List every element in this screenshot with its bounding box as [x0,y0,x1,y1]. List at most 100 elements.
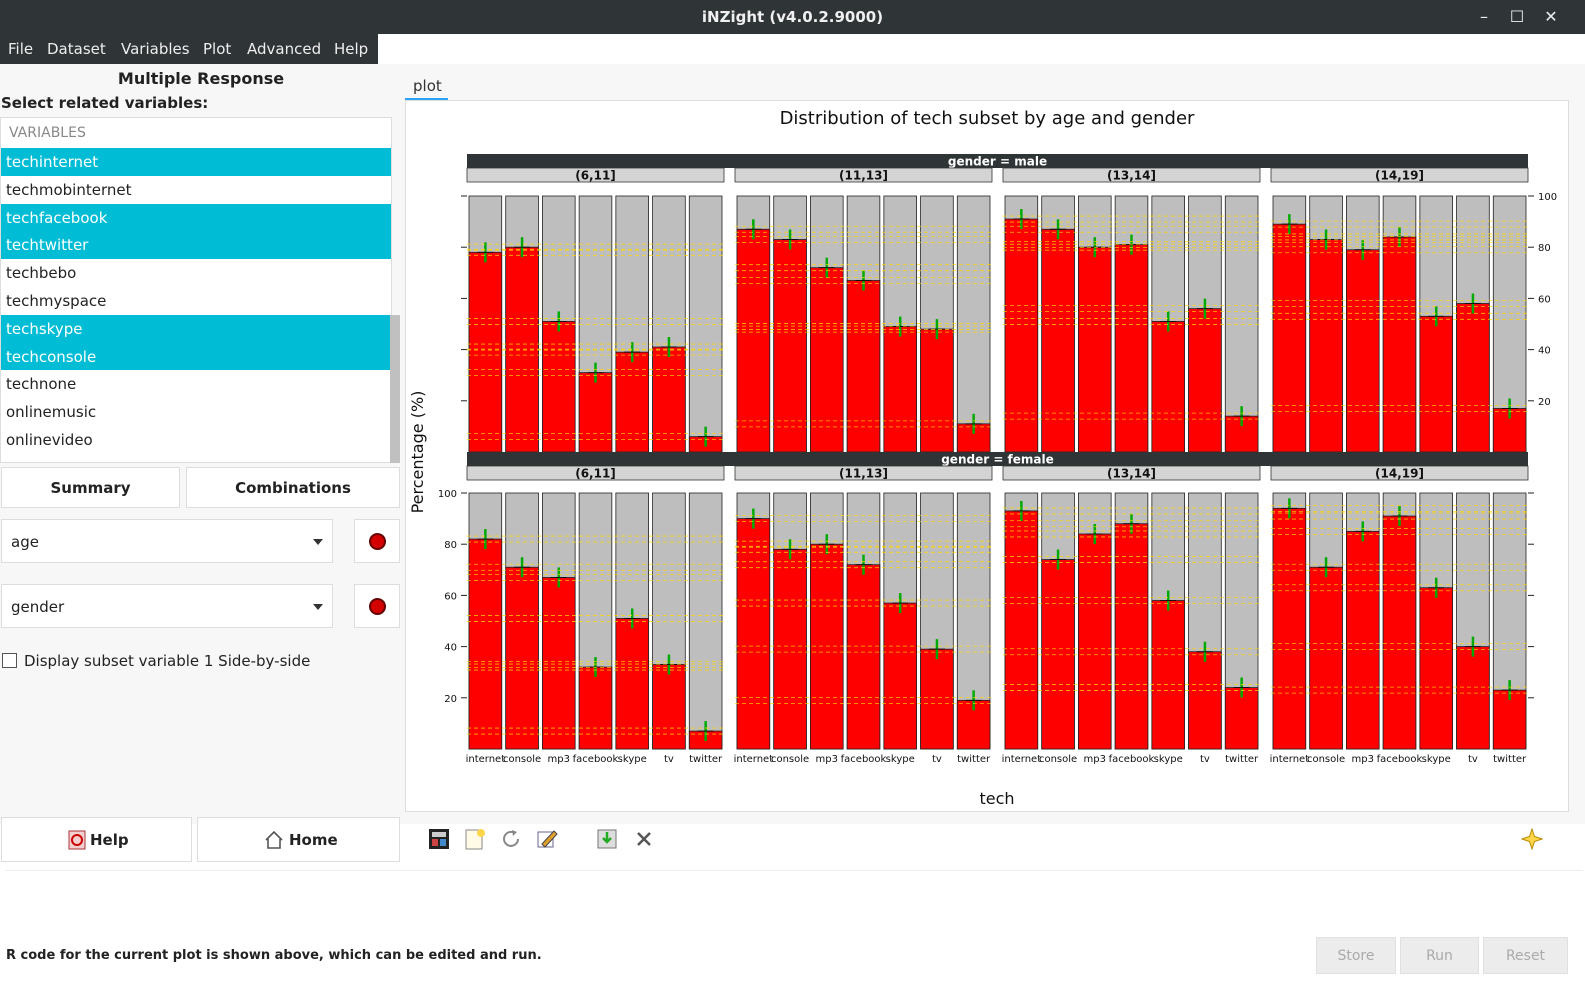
reset-button[interactable]: Reset [1483,937,1568,974]
help-button[interactable]: Help [1,817,192,862]
bar-background [688,195,723,453]
x-tick-label: console [771,754,809,765]
new-window-icon[interactable] [428,828,450,850]
x-tick-label: mp3 [1084,754,1106,765]
bar [1151,321,1185,453]
menu-variables[interactable]: Variables [121,40,190,58]
x-tick-label: facebook [1377,754,1423,765]
favourite-icon[interactable] [1521,828,1543,850]
bar [578,372,613,453]
bar [1419,315,1453,453]
bar [1004,218,1039,453]
variable-list[interactable]: VARIABLES techinternet techmobinternet tec… [0,117,392,463]
close-button[interactable]: ✕ [1540,6,1562,28]
menu-dataset[interactable]: Dataset [47,40,106,58]
y-tick-label: 100 [1538,192,1557,203]
home-button[interactable]: Home [197,817,400,862]
x-tick-label: tv [932,754,942,765]
variable-item[interactable]: techconsole [1,342,391,371]
combinations-button[interactable]: Combinations [186,467,400,508]
bar [1004,510,1039,750]
x-tick-label: internet [1002,754,1042,765]
variable-item[interactable]: onlinemusic [1,398,391,426]
new-plot-icon[interactable] [464,828,486,850]
x-axis-label: tech [979,789,1014,808]
export-icon[interactable] [596,828,618,850]
variable-item[interactable]: techinternet [1,148,391,176]
bar [920,328,954,453]
bar [810,543,844,750]
edit-icon[interactable] [536,828,558,850]
variable-list-scrollbar[interactable] [390,315,400,463]
bar [1346,249,1380,453]
bar [810,267,844,453]
y-tick-label: 80 [444,540,457,551]
variable-item[interactable]: techskype [1,314,391,343]
chevron-down-icon [313,539,323,545]
facet-label: (6,11] [575,467,616,481]
bar [615,351,649,453]
bar [773,239,807,453]
tab-plot[interactable]: plot [413,77,442,95]
bar [1309,566,1343,750]
run-button[interactable]: Run [1400,937,1479,974]
x-tick-label: skype [1422,754,1451,765]
panel-strip-label: gender = male [948,155,1047,169]
variable-item[interactable]: techtwitter [1,231,391,260]
x-tick-label: internet [1270,754,1310,765]
variable-item[interactable]: techmobinternet [1,176,391,204]
maximize-button[interactable]: ☐ [1506,6,1528,28]
variable-item[interactable]: techmyspace [1,287,391,315]
x-tick-label: mp3 [548,754,570,765]
x-tick-label: internet [734,754,774,765]
r-code-editor[interactable] [5,870,1583,930]
menu-file[interactable]: File [8,40,33,58]
stop-icon [369,598,386,615]
home-button-label: Home [289,831,338,849]
bar [542,321,576,453]
panel-strip-label: gender = female [941,453,1054,467]
x-tick-label: mp3 [816,754,838,765]
summary-button[interactable]: Summary [1,467,180,508]
variable-item[interactable]: onlinevideo [1,426,391,454]
bar [1188,308,1222,453]
window-title: iNZight (v4.0.2.9000) [701,8,884,26]
x-tick-label: internet [466,754,506,765]
chevron-down-icon [313,604,323,610]
bar [736,518,771,750]
multiple-response-panel: Multiple Response Select related variabl… [0,64,405,824]
variable-item[interactable]: techfacebook [1,203,391,232]
x-tick-label: console [503,754,541,765]
x-tick-label: tv [1200,754,1210,765]
bar [542,577,576,750]
menu-plot[interactable]: Plot [203,40,231,58]
menu-help[interactable]: Help [334,40,368,58]
bar [1382,236,1417,453]
facet-label: (14,19] [1375,467,1424,481]
bar [652,346,686,453]
side-by-side-checkbox[interactable] [2,653,17,668]
facet-label: (11,13] [839,467,888,481]
minimize-button[interactable]: – [1473,6,1495,28]
store-button[interactable]: Store [1316,937,1396,974]
help-icon [68,830,86,850]
bar [736,228,771,453]
variable-item[interactable]: techbebo [1,259,391,287]
bar [505,566,539,750]
subset2-dropdown[interactable]: gender [1,584,333,628]
panel-title: Multiple Response [117,69,285,88]
bar [652,664,686,750]
subset1-value: age [11,533,39,551]
clear-subset1-button[interactable] [354,519,400,563]
help-button-label: Help [90,831,129,849]
variable-list-header: VARIABLES [9,125,86,141]
delete-icon[interactable] [633,828,655,850]
bar [1041,228,1075,453]
menu-advanced[interactable]: Advanced [247,40,321,58]
refresh-icon[interactable] [500,828,522,850]
subset1-dropdown[interactable]: age [1,519,333,563]
stop-icon [369,533,386,550]
clear-subset2-button[interactable] [354,584,400,628]
variable-item[interactable]: technone [1,370,391,398]
x-tick-label: mp3 [1352,754,1374,765]
